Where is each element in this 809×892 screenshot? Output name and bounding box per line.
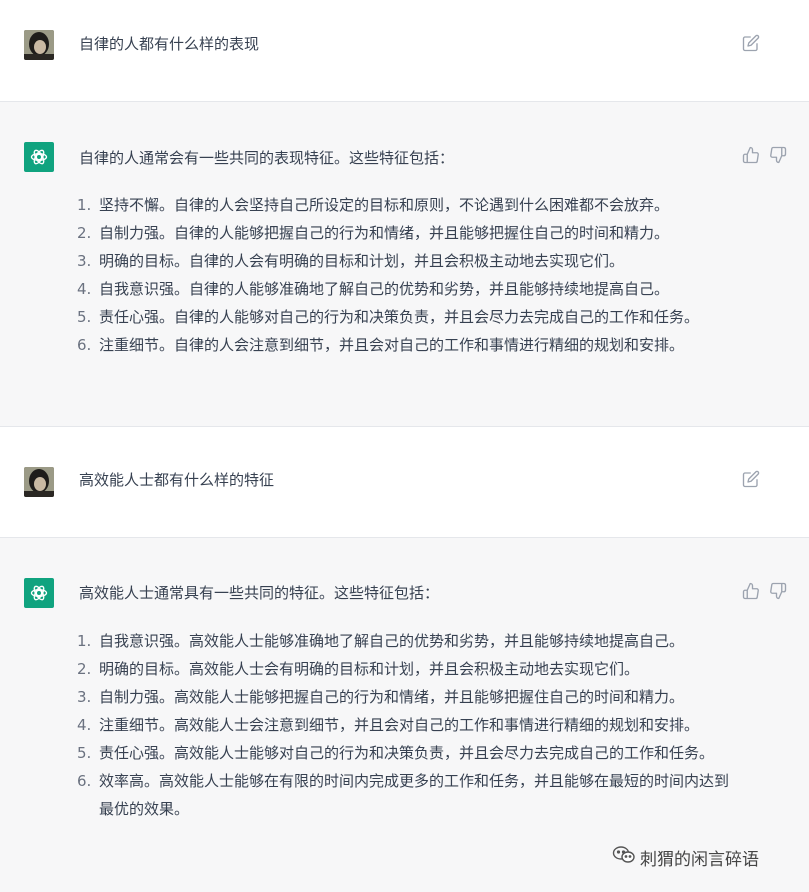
- edit-icon[interactable]: [742, 34, 760, 52]
- list-number: 6.: [77, 772, 92, 790]
- feedback-buttons: [742, 582, 787, 600]
- thumbs-down-icon[interactable]: [769, 582, 787, 600]
- list-item: 5. 责任心强。自律的人能够对自己的行为和决策负责，并且会尽力去完成自己的工作和任…: [77, 303, 732, 331]
- list-text: 自制力强。高效能人士能够把握自己的行为和情绪，并且能够把握住自己的时间和精力。: [99, 688, 685, 706]
- watermark: 刺猬的闲言碎语: [612, 845, 759, 870]
- list-item: 4. 自我意识强。自律的人能够准确地了解自己的优势和劣势，并且能够持续地提高自己。: [77, 275, 732, 303]
- user-message-text: 高效能人士都有什么样的特征: [79, 471, 275, 489]
- assistant-intro: 高效能人士通常具有一些共同的特征。这些特征包括：: [79, 584, 440, 602]
- list-item: 2. 自制力强。自律的人能够把握自己的行为和情绪，并且能够把握住自己的时间和精力。: [77, 219, 732, 247]
- list-number: 4.: [77, 280, 92, 298]
- user-message: 高效能人士都有什么样的特征: [0, 427, 809, 538]
- list-number: 3.: [77, 252, 92, 270]
- list-number: 5.: [77, 308, 92, 326]
- list-text: 自我意识强。自律的人能够准确地了解自己的优势和劣势，并且能够持续地提高自己。: [99, 280, 670, 298]
- list-number: 1.: [77, 196, 92, 214]
- thumbs-up-icon[interactable]: [742, 146, 760, 164]
- list-number: 2.: [77, 224, 92, 242]
- thumbs-up-icon[interactable]: [742, 582, 760, 600]
- list-number: 3.: [77, 688, 92, 706]
- list-text: 注重细节。自律的人会注意到细节，并且会对自己的工作和事情进行精细的规划和安排。: [99, 336, 685, 354]
- assistant-message: 自律的人通常会有一些共同的表现特征。这些特征包括： 1. 坚持不懈。自律的人会坚持…: [0, 102, 809, 427]
- chat-thread: 自律的人都有什么样的表现 自律的人通常会有一些共同的表现特征。这些特征包括： 1…: [0, 0, 809, 892]
- list-item: 3. 自制力强。高效能人士能够把握自己的行为和情绪，并且能够把握住自己的时间和精力…: [77, 683, 732, 711]
- assistant-intro: 自律的人通常会有一些共同的表现特征。这些特征包括：: [79, 149, 455, 167]
- list-number: 1.: [77, 632, 92, 650]
- list-text: 责任心强。高效能人士能够对自己的行为和决策负责，并且会尽力去完成自己的工作和任务…: [99, 744, 715, 762]
- list-number: 6.: [77, 336, 92, 354]
- user-message: 自律的人都有什么样的表现: [0, 0, 809, 102]
- list-text: 责任心强。自律的人能够对自己的行为和决策负责，并且会尽力去完成自己的工作和任务。: [99, 308, 700, 326]
- list-item: 1. 自我意识强。高效能人士能够准确地了解自己的优势和劣势，并且能够持续地提高自己…: [77, 627, 732, 655]
- watermark-text: 刺猬的闲言碎语: [640, 850, 759, 870]
- list-text: 明确的目标。高效能人士会有明确的目标和计划，并且会积极主动地去实现它们。: [99, 660, 640, 678]
- list-text: 自制力强。自律的人能够把握自己的行为和情绪，并且能够把握住自己的时间和精力。: [99, 224, 670, 242]
- list-item: 3. 明确的目标。自律的人会有明确的目标和计划，并且会积极主动地去实现它们。: [77, 247, 732, 275]
- list-number: 2.: [77, 660, 92, 678]
- list-text: 效率高。高效能人士能够在有限的时间内完成更多的工作和任务，并且能够在最短的时间内…: [99, 772, 730, 818]
- list-item: 4. 注重细节。高效能人士会注意到细节，并且会对自己的工作和事情进行精细的规划和安…: [77, 711, 732, 739]
- list-item: 2. 明确的目标。高效能人士会有明确的目标和计划，并且会积极主动地去实现它们。: [77, 655, 732, 683]
- list-number: 4.: [77, 716, 92, 734]
- list-text: 自我意识强。高效能人士能够准确地了解自己的优势和劣势，并且能够持续地提高自己。: [99, 632, 685, 650]
- feedback-buttons: [742, 146, 787, 164]
- user-avatar: [24, 30, 54, 60]
- assistant-list: 1. 坚持不懈。自律的人会坚持自己所设定的目标和原则，不论遇到什么困难都不会放弃。…: [77, 191, 732, 359]
- list-number: 5.: [77, 744, 92, 762]
- user-message-text: 自律的人都有什么样的表现: [79, 35, 260, 53]
- list-text: 注重细节。高效能人士会注意到细节，并且会对自己的工作和事情进行精细的规划和安排。: [99, 716, 700, 734]
- openai-logo-icon: [24, 578, 54, 608]
- list-item: 6. 效率高。高效能人士能够在有限的时间内完成更多的工作和任务，并且能够在最短的时…: [77, 767, 732, 823]
- list-item: 5. 责任心强。高效能人士能够对自己的行为和决策负责，并且会尽力去完成自己的工作和…: [77, 739, 732, 767]
- list-item: 6. 注重细节。自律的人会注意到细节，并且会对自己的工作和事情进行精细的规划和安排…: [77, 331, 732, 359]
- wechat-logo-icon: [612, 845, 636, 870]
- assistant-list: 1. 自我意识强。高效能人士能够准确地了解自己的优势和劣势，并且能够持续地提高自己…: [77, 627, 732, 823]
- list-item: 1. 坚持不懈。自律的人会坚持自己所设定的目标和原则，不论遇到什么困难都不会放弃。: [77, 191, 732, 219]
- assistant-message: 高效能人士通常具有一些共同的特征。这些特征包括： 1. 自我意识强。高效能人士能够…: [0, 538, 809, 892]
- openai-logo-icon: [24, 142, 54, 172]
- user-avatar: [24, 467, 54, 497]
- edit-icon[interactable]: [742, 470, 760, 488]
- thumbs-down-icon[interactable]: [769, 146, 787, 164]
- list-text: 明确的目标。自律的人会有明确的目标和计划，并且会积极主动地去实现它们。: [99, 252, 625, 270]
- list-text: 坚持不懈。自律的人会坚持自己所设定的目标和原则，不论遇到什么困难都不会放弃。: [99, 196, 670, 214]
